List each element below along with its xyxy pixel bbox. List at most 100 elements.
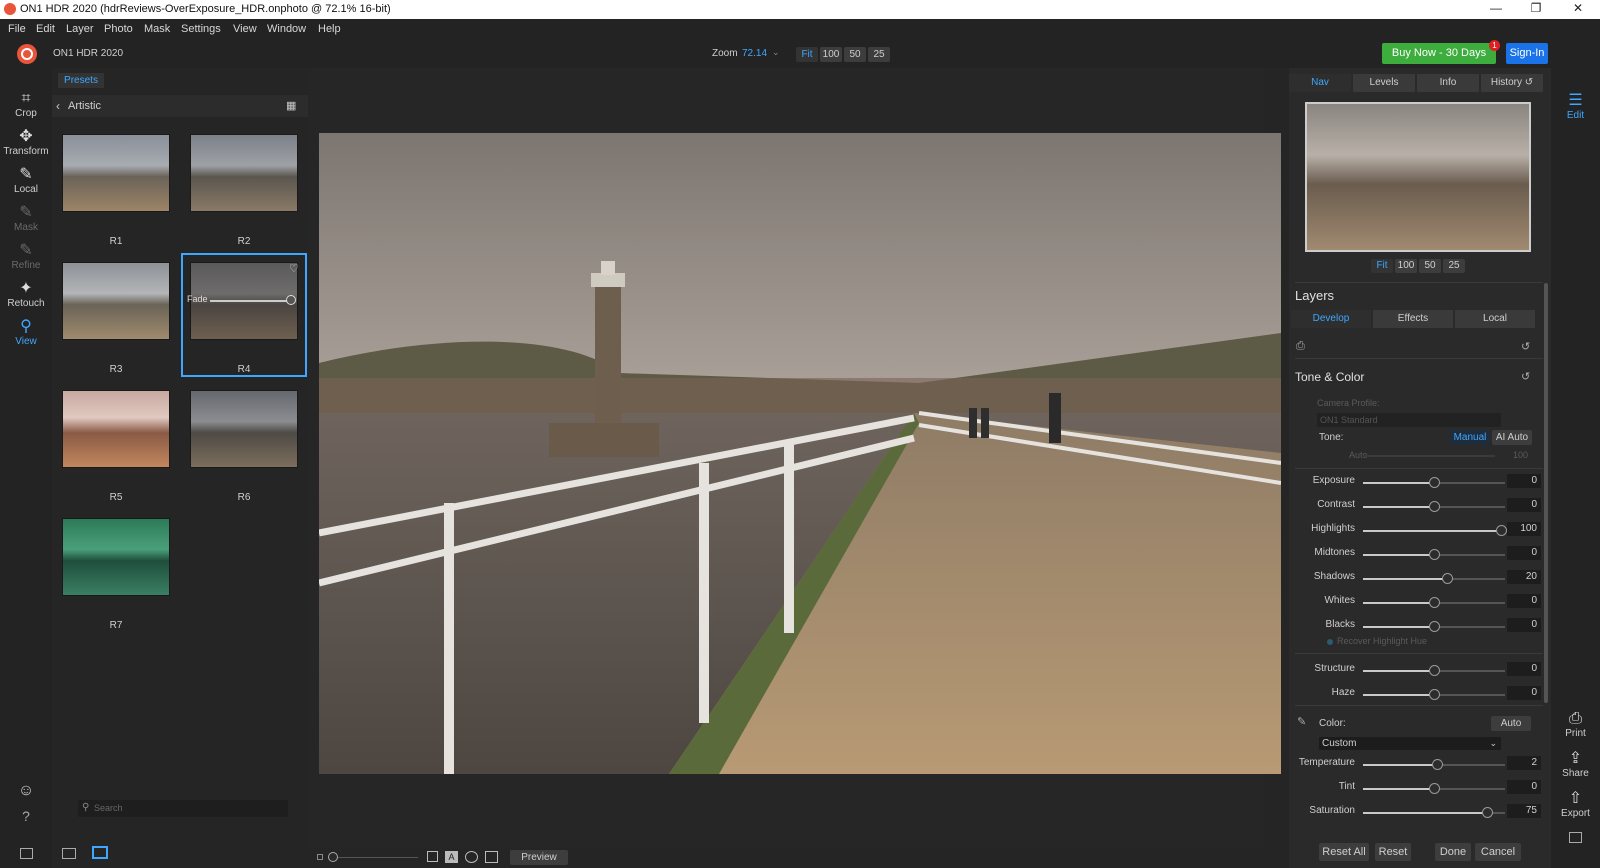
tone-reset-icon[interactable]: ↺	[1521, 370, 1530, 383]
menu-edit[interactable]: Edit	[36, 23, 55, 35]
slider-track[interactable]	[1363, 665, 1505, 676]
menu-mask[interactable]: Mask	[144, 23, 170, 35]
refine-tool[interactable]: ✎ Refine	[0, 242, 52, 271]
maximize-button[interactable]: ❐	[1516, 1, 1556, 18]
sign-in-button[interactable]: Sign-In	[1506, 43, 1548, 64]
back-chevron-icon[interactable]: ‹	[56, 99, 60, 113]
layout-single-icon[interactable]	[20, 848, 33, 859]
recover-radio[interactable]	[1327, 639, 1333, 645]
slider-value-input[interactable]: 100	[1507, 522, 1541, 536]
favorite-heart-icon[interactable]: ♡	[289, 262, 299, 275]
search-input[interactable]: ⚲ Search	[78, 800, 288, 817]
menu-settings[interactable]: Settings	[181, 23, 221, 35]
layout-edit-icon[interactable]	[92, 846, 108, 859]
mask-tool[interactable]: ✎ Mask	[0, 204, 52, 233]
preset-category[interactable]: Artistic	[68, 100, 101, 112]
color-preset-select[interactable]: Custom ⌄	[1319, 737, 1501, 750]
grid-view-icon[interactable]: ▦	[286, 99, 296, 112]
crop-tool[interactable]: ⌗ Crop	[0, 90, 52, 119]
tab-develop[interactable]: Develop	[1291, 310, 1371, 328]
minimize-button[interactable]: —	[1476, 1, 1516, 18]
tab-local[interactable]: Local	[1455, 310, 1535, 328]
overlay-text-icon[interactable]: A	[445, 851, 458, 863]
slider-knob[interactable]	[1429, 783, 1440, 794]
nav-100-button[interactable]: 100	[1395, 259, 1417, 273]
slider-value-input[interactable]: 20	[1507, 570, 1541, 584]
nav-50-button[interactable]: 50	[1419, 259, 1441, 273]
eyedropper-icon[interactable]: ✎	[1297, 715, 1306, 728]
menu-file[interactable]: File	[8, 23, 26, 35]
edit-module[interactable]: ☰ Edit	[1551, 92, 1600, 121]
cancel-button[interactable]: Cancel	[1475, 843, 1521, 861]
preview-button[interactable]: Preview	[510, 850, 568, 865]
slider-track[interactable]	[1363, 573, 1505, 584]
done-button[interactable]: Done	[1435, 843, 1471, 861]
panel-toggle-icon[interactable]	[1569, 832, 1582, 843]
share-button[interactable]: ⇪ Share	[1551, 750, 1600, 779]
slider-knob[interactable]	[1429, 597, 1440, 608]
preset-thumb-r2[interactable]	[190, 134, 298, 212]
preset-thumb-r3[interactable]	[62, 262, 170, 340]
zoom-25-button[interactable]: 25	[868, 47, 890, 62]
menu-window[interactable]: Window	[267, 23, 306, 35]
tone-manual-button[interactable]: Manual	[1450, 430, 1490, 445]
close-button[interactable]: ✕	[1558, 1, 1598, 18]
menu-help[interactable]: Help	[318, 23, 341, 35]
buy-now-button[interactable]: Buy Now - 30 Days Left	[1382, 43, 1496, 80]
slider-track[interactable]	[1363, 783, 1505, 794]
preset-thumb-r5[interactable]	[62, 390, 170, 468]
slider-value-input[interactable]: 0	[1507, 594, 1541, 608]
slider-value-input[interactable]: 0	[1507, 474, 1541, 488]
slider-track[interactable]	[1363, 597, 1505, 608]
zoom-dropdown-icon[interactable]: ⌄	[772, 47, 780, 58]
slider-track[interactable]	[1363, 689, 1505, 700]
slider-value-input[interactable]: 2	[1507, 756, 1541, 770]
tab-effects[interactable]: Effects	[1373, 310, 1453, 328]
retouch-tool[interactable]: ✦ Retouch	[0, 280, 52, 309]
preset-thumb-r6[interactable]	[190, 390, 298, 468]
fade-slider-knob[interactable]	[286, 295, 296, 305]
slider-value-input[interactable]: 0	[1507, 498, 1541, 512]
slider-knob[interactable]	[1431, 759, 1443, 770]
presets-tab[interactable]: Presets	[58, 73, 104, 88]
slider-value-input[interactable]: 0	[1507, 618, 1541, 632]
slider-knob[interactable]	[1429, 501, 1440, 512]
slider-knob[interactable]	[1441, 573, 1453, 584]
main-photo[interactable]	[319, 133, 1281, 774]
slider-knob[interactable]	[1429, 689, 1440, 700]
slider-track[interactable]	[1363, 549, 1505, 560]
reset-button[interactable]: Reset	[1375, 843, 1411, 861]
fade-slider[interactable]	[210, 300, 290, 302]
slider-knob[interactable]	[1429, 665, 1440, 676]
slider-value-input[interactable]: 0	[1507, 780, 1541, 794]
preset-thumb-r7[interactable]	[62, 518, 170, 596]
zoom-value[interactable]: 72.14	[742, 48, 767, 59]
layer-reset-icon[interactable]: ↺	[1521, 340, 1530, 353]
preset-thumb-r1[interactable]	[62, 134, 170, 212]
tab-info[interactable]: Info	[1417, 74, 1479, 92]
menu-photo[interactable]: Photo	[104, 23, 133, 35]
zoom-100-button[interactable]: 100	[820, 47, 842, 62]
slider-knob[interactable]	[1429, 477, 1440, 488]
view-tool[interactable]: ⚲ View	[0, 318, 52, 347]
slider-value-input[interactable]: 0	[1507, 662, 1541, 676]
size-slider[interactable]	[330, 857, 418, 858]
camera-profile-select[interactable]: ON1 Standard	[1317, 413, 1501, 427]
local-tool[interactable]: ✎ Local	[0, 166, 52, 195]
slider-track[interactable]	[1363, 477, 1505, 488]
slider-knob[interactable]	[1429, 549, 1440, 560]
color-auto-button[interactable]: Auto	[1491, 716, 1531, 731]
layout-browse-icon[interactable]	[62, 848, 76, 859]
slider-track[interactable]	[1363, 621, 1505, 632]
slider-value-input[interactable]: 0	[1507, 546, 1541, 560]
overlay-check-icon[interactable]	[485, 851, 498, 863]
slider-knob[interactable]	[1481, 807, 1493, 818]
overlay-circle-icon[interactable]	[465, 851, 478, 863]
slider-knob[interactable]	[1495, 525, 1507, 536]
slider-track[interactable]	[1363, 807, 1505, 818]
help-icon[interactable]: ?	[0, 808, 52, 824]
slider-track[interactable]	[1363, 759, 1505, 770]
slider-value-input[interactable]: 75	[1507, 804, 1541, 818]
tab-levels[interactable]: Levels	[1353, 74, 1415, 92]
nav-25-button[interactable]: 25	[1443, 259, 1465, 273]
